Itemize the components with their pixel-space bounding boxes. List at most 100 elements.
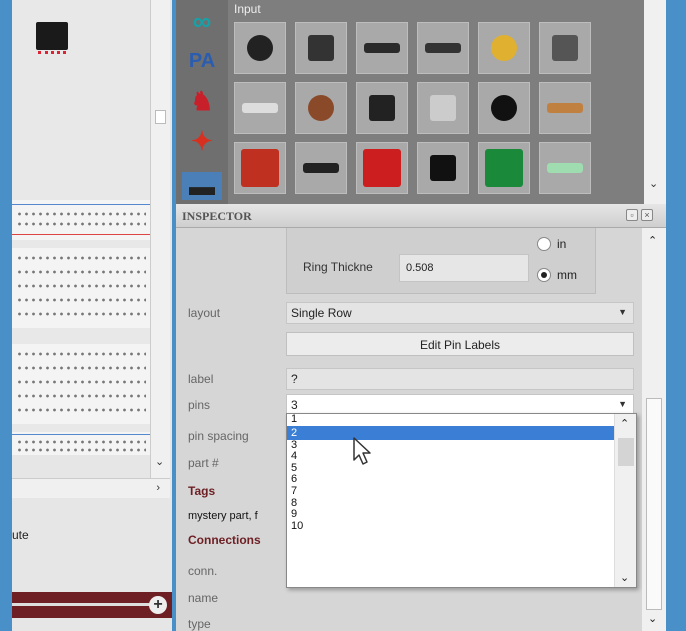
arduino-tab[interactable]: ∞ — [182, 4, 222, 38]
bin-tabs: ∞ PA ♞ ✦ ▬ — [176, 0, 228, 204]
scrollbar-thumb[interactable] — [646, 398, 662, 610]
reed-switch-icon — [547, 163, 583, 173]
part-tilt-switch[interactable] — [417, 82, 469, 134]
layout-select[interactable]: Single Row — [286, 302, 634, 324]
rotary-potentiometer-icon — [552, 35, 578, 61]
green-breakout-icon — [485, 149, 523, 187]
scrollbar-thumb[interactable] — [155, 110, 166, 124]
part-pushbutton[interactable] — [295, 82, 347, 134]
part-reed-relay[interactable] — [234, 142, 286, 194]
scroll-down-icon[interactable]: ⌄ — [155, 455, 164, 468]
part-toggle-switch[interactable] — [356, 82, 408, 134]
inspector-header: INSPECTOR ▫ × — [176, 204, 666, 228]
slide-switch-icon — [364, 43, 400, 53]
pa-tab[interactable]: PA — [182, 44, 222, 78]
pins-option[interactable]: 6 — [287, 474, 636, 486]
scrollbar-thumb[interactable] — [618, 438, 634, 466]
pins-option[interactable]: 3 — [287, 439, 636, 452]
type-row: type — [176, 612, 642, 631]
reed-relay-icon — [241, 149, 279, 187]
scroll-down-icon[interactable]: ⌄ — [648, 612, 657, 625]
inspector-scrollbar[interactable]: ⌃ ⌄ — [642, 228, 666, 631]
breadboard-canvas[interactable] — [12, 0, 150, 455]
pins-dropdown-list[interactable]: 1 2 3 4 5 6 7 8 9 10 ⌃ ⌄ — [286, 413, 637, 588]
connections-section-title: Connections — [188, 533, 261, 547]
layout-row: layout Single Row — [176, 300, 642, 326]
ring-thickness-input[interactable]: 0.508 — [399, 254, 529, 282]
tags-value[interactable]: mystery part, f — [188, 510, 258, 522]
label-input[interactable]: ? — [286, 368, 634, 390]
part-rotary-encoder[interactable] — [234, 22, 286, 74]
mouse-cursor-icon — [353, 437, 371, 465]
pins-option[interactable]: 7 — [287, 485, 636, 498]
bin-scrollbar[interactable]: ⌄ — [644, 0, 666, 204]
part-dip-switch[interactable] — [417, 22, 469, 74]
float-panel-icon[interactable]: ▫ — [626, 209, 638, 221]
part-fuse[interactable] — [234, 82, 286, 134]
pins-option[interactable]: 4 — [287, 451, 636, 463]
scroll-up-icon[interactable]: ⌃ — [620, 417, 629, 430]
sparkfun-tab[interactable]: ♞ — [182, 84, 222, 118]
unit-mm-label: mm — [557, 268, 577, 282]
unit-in-option[interactable]: in — [537, 231, 593, 257]
mine-tab[interactable]: ▬ — [182, 171, 222, 201]
part-slide-potentiometer[interactable] — [295, 22, 347, 74]
part-ir-sensor[interactable] — [295, 142, 347, 194]
part-number-label: part # — [188, 456, 219, 470]
ring-thickness-label: Ring Thickne — [303, 260, 373, 274]
name-label: name — [188, 591, 219, 605]
pins-option[interactable]: 10 — [287, 520, 636, 533]
ic-chip-part[interactable] — [36, 22, 68, 54]
type-label: type — [188, 617, 211, 631]
parts-bin: ∞ PA ♞ ✦ ▬ Input ⌄ — [176, 0, 666, 204]
temperature-sensor-icon — [430, 155, 456, 181]
part-slide-switch[interactable] — [356, 22, 408, 74]
unit-mm-option[interactable]: mm — [537, 262, 593, 288]
unit-in-radio[interactable] — [537, 237, 551, 251]
layout-label: layout — [188, 306, 221, 320]
fritzing-tab[interactable]: ✦ — [182, 124, 222, 158]
part-rotary-potentiometer[interactable] — [539, 22, 591, 74]
part-reed-switch[interactable] — [539, 142, 591, 194]
edit-pin-labels-button[interactable]: Edit Pin Labels — [286, 332, 634, 356]
part-temperature-sensor[interactable] — [417, 142, 469, 194]
part-trimmer-potentiometer[interactable] — [478, 22, 530, 74]
pins-option[interactable]: 5 — [287, 462, 636, 475]
routing-status-text: ute — [12, 528, 29, 542]
part-sparkfun-breakout[interactable] — [356, 142, 408, 194]
dip-switch-icon — [425, 43, 461, 53]
scroll-right-icon[interactable]: › — [156, 482, 160, 494]
bin-category-title: Input — [234, 2, 261, 16]
scroll-up-icon[interactable]: ⌃ — [648, 234, 657, 247]
zoom-slider[interactable] — [12, 603, 150, 606]
zoom-bar: + — [12, 592, 172, 618]
zoom-in-icon[interactable]: + — [149, 596, 167, 614]
slide-potentiometer-icon — [308, 35, 334, 61]
scroll-down-icon[interactable]: ⌄ — [649, 177, 658, 190]
dropdown-scrollbar[interactable]: ⌃ ⌄ — [614, 414, 636, 587]
scroll-down-icon[interactable]: ⌄ — [620, 571, 629, 584]
terminal-strip-bottom — [12, 344, 150, 424]
tilt-switch-icon — [430, 95, 456, 121]
ir-sensor-icon — [303, 163, 339, 173]
sparkfun-breakout-icon — [363, 149, 401, 187]
fuse-icon — [242, 103, 278, 113]
pins-option[interactable]: 2 — [287, 425, 636, 440]
part-wire[interactable] — [539, 82, 591, 134]
ring-thickness-group: Ring Thickne 0.508 in mm — [286, 228, 596, 294]
breadboard-horizontal-scrollbar[interactable]: › — [12, 478, 170, 498]
rotary-encoder-icon — [247, 35, 273, 61]
pins-label: pins — [188, 398, 211, 412]
pins-option[interactable]: 8 — [287, 497, 636, 510]
pin-spacing-label: pin spacing — [188, 429, 249, 443]
label-field-label: label — [188, 372, 214, 386]
part-green-breakout[interactable] — [478, 142, 530, 194]
pins-option[interactable]: 9 — [287, 509, 636, 521]
pins-option[interactable]: 1 — [287, 414, 636, 426]
pushbutton-icon — [308, 95, 334, 121]
unit-mm-radio[interactable] — [537, 268, 551, 282]
close-panel-icon[interactable]: × — [641, 209, 653, 221]
breadboard-vertical-scrollbar[interactable]: ⌄ — [150, 0, 170, 478]
part-piezo-sensor[interactable] — [478, 82, 530, 134]
name-row: name — [176, 585, 642, 611]
